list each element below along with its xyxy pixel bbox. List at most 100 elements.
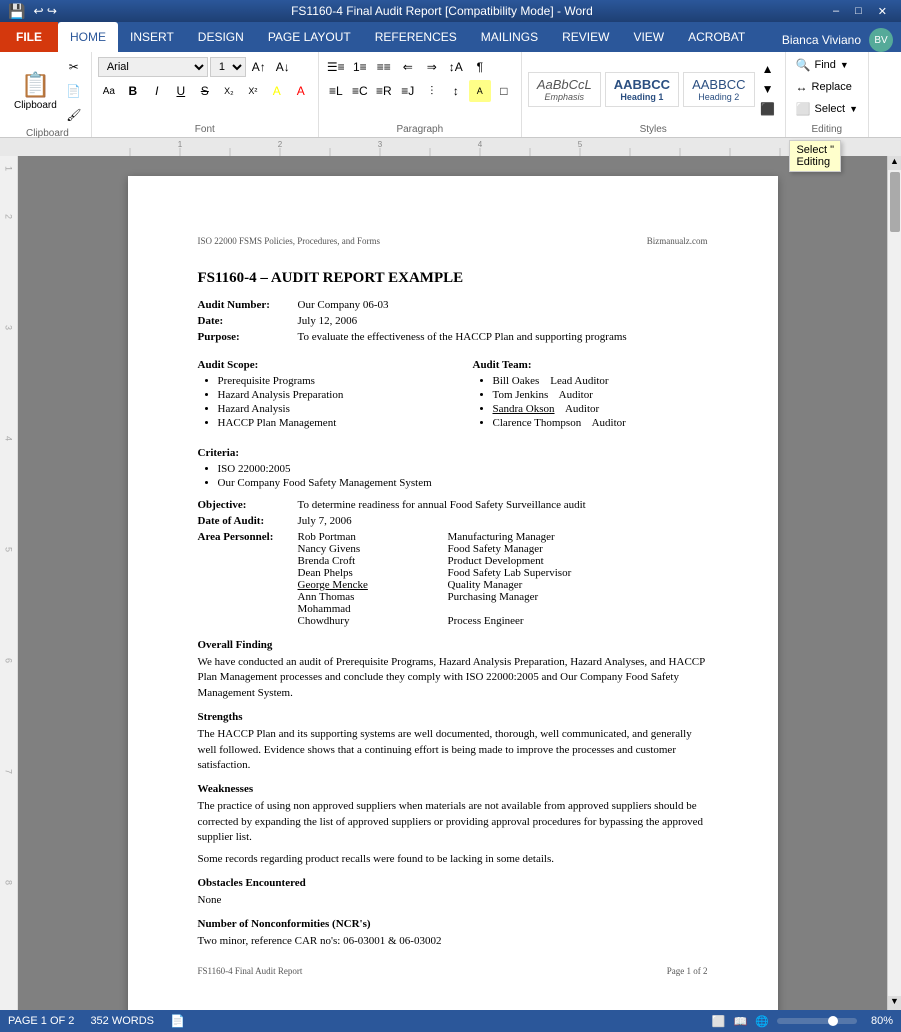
title-bar: 💾 ↩ ↪ FS1160-4 Final Audit Report [Compa… (0, 0, 901, 22)
font-group: Arial 12 A↑ A↓ Aa B I U S X₂ X² A A Font (92, 52, 319, 137)
format-painter-button[interactable]: 🖌 (63, 104, 85, 126)
multilevel-button[interactable]: ≡≡ (373, 56, 395, 78)
increase-indent-button[interactable]: ⇒ (421, 56, 443, 78)
maximize-button[interactable]: □ (849, 5, 868, 18)
paste-button[interactable]: 📋 Clipboard (10, 69, 61, 113)
underline-button[interactable]: U (170, 80, 192, 102)
ncr-section: Number of Nonconformities (NCR's) Two mi… (198, 918, 708, 949)
font-family-select[interactable]: Arial (98, 57, 208, 77)
line-spacing-button[interactable]: ↕ (445, 80, 467, 102)
close-button[interactable]: ✕ (872, 5, 893, 18)
word-count: 352 WORDS (90, 1015, 154, 1027)
audit-number-value: Our Company 06-03 (298, 299, 708, 311)
read-mode-button[interactable]: 📖 (734, 1015, 748, 1028)
justify-button[interactable]: ≡J (397, 80, 419, 102)
tab-design[interactable]: DESIGN (186, 22, 256, 52)
document-scroll-area[interactable]: ISO 22000 FSMS Policies, Procedures, and… (18, 156, 887, 1010)
area-personnel-list: Rob Portman Manufacturing Manager Nancy … (298, 531, 572, 627)
zoom-thumb[interactable] (828, 1016, 838, 1026)
minimize-button[interactable]: – (827, 5, 845, 18)
obstacles-heading: Obstacles Encountered (198, 877, 708, 889)
audit-team-list: Bill Oakes Lead Auditor Tom Jenkins Audi… (493, 375, 708, 429)
audit-number-row: Audit Number: Our Company 06-03 (198, 299, 708, 311)
highlight-button[interactable]: A (266, 80, 288, 102)
criteria-item-1: ISO 22000:2005 (218, 463, 708, 475)
document-area: 1 2 3 4 5 6 7 8 ISO 22000 FSMS Policies,… (0, 156, 901, 1010)
tab-mailings[interactable]: MAILINGS (469, 22, 550, 52)
cut-button[interactable]: ✂ (63, 56, 85, 78)
subscript-button[interactable]: X₂ (218, 80, 240, 102)
paste-icon: 📋 (20, 71, 50, 100)
italic-button[interactable]: I (146, 80, 168, 102)
tab-page-layout[interactable]: PAGE LAYOUT (256, 22, 363, 52)
date-of-audit-label: Date of Audit: (198, 515, 298, 527)
objective-row: Objective: To determine readiness for an… (198, 499, 708, 511)
font-color-button[interactable]: A (290, 80, 312, 102)
style-heading2[interactable]: AABBCC Heading 2 (683, 72, 754, 107)
strikethrough-button[interactable]: S (194, 80, 216, 102)
column-button[interactable]: ⫶ (421, 80, 443, 102)
date-of-audit-value: July 7, 2006 (298, 515, 708, 527)
style-heading1[interactable]: AABBCC Heading 1 (605, 72, 679, 107)
tab-review[interactable]: REVIEW (550, 22, 621, 52)
replace-button[interactable]: ↔ Replace (792, 78, 856, 96)
web-layout-button[interactable]: 🌐 (755, 1015, 769, 1028)
user-avatar[interactable]: BV (869, 28, 893, 52)
svg-text:5: 5 (578, 140, 583, 149)
audit-scope-list: Prerequisite Programs Hazard Analysis Pr… (218, 375, 433, 429)
svg-text:3: 3 (378, 140, 383, 149)
align-center-button[interactable]: ≡C (349, 80, 371, 102)
font-size-select[interactable]: 12 (210, 57, 246, 77)
svg-text:4: 4 (478, 140, 483, 149)
tab-references[interactable]: REFERENCES (363, 22, 469, 52)
paragraph-label: Paragraph (396, 122, 443, 135)
align-right-button[interactable]: ≡R (373, 80, 395, 102)
sort-button[interactable]: ↕A (445, 56, 467, 78)
bold-button[interactable]: B (122, 80, 144, 102)
quick-access[interactable]: ↩ ↪ (33, 4, 56, 18)
styles-group: AaBbCcL Emphasis AABBCC Heading 1 AABBCC… (522, 52, 786, 137)
tab-view[interactable]: VIEW (621, 22, 676, 52)
border-button[interactable]: □ (493, 80, 515, 102)
team-member-1: Bill Oakes Lead Auditor (493, 375, 708, 387)
select-button[interactable]: ⬜ Select ▼ (792, 100, 862, 118)
font-grow-button[interactable]: A↑ (248, 56, 270, 78)
page-number-margin: 1 2 3 4 5 6 7 8 (0, 156, 18, 1010)
shading-button[interactable]: A (469, 80, 491, 102)
styles-more[interactable]: ⬛ (757, 99, 779, 119)
tab-home[interactable]: HOME (58, 22, 118, 52)
objective-label: Objective: (198, 499, 298, 511)
tab-insert[interactable]: INSERT (118, 22, 186, 52)
copy-button[interactable]: 📄 (63, 80, 85, 102)
date-row: Date: July 12, 2006 (198, 315, 708, 327)
strengths-heading: Strengths (198, 711, 708, 723)
style-emphasis[interactable]: AaBbCcL Emphasis (528, 72, 601, 107)
scroll-thumb[interactable] (890, 172, 900, 232)
superscript-button[interactable]: X² (242, 80, 264, 102)
document-icon: 📄 (170, 1014, 185, 1028)
file-tab[interactable]: FILE (0, 22, 58, 52)
criteria-item-2: Our Company Food Safety Management Syste… (218, 477, 708, 489)
scroll-up-button[interactable]: ▲ (888, 156, 901, 170)
vertical-scrollbar[interactable]: ▲ ▼ (887, 156, 901, 1010)
find-label: Find (815, 59, 836, 71)
numbering-button[interactable]: 1≡ (349, 56, 371, 78)
show-marks-button[interactable]: ¶ (469, 56, 491, 78)
styles-scroll-up[interactable]: ▲ (757, 59, 779, 79)
font-shrink-button[interactable]: A↓ (272, 56, 294, 78)
decrease-indent-button[interactable]: ⇐ (397, 56, 419, 78)
tab-acrobat[interactable]: ACROBAT (676, 22, 757, 52)
align-left-button[interactable]: ≡L (325, 80, 347, 102)
zoom-slider[interactable] (777, 1018, 857, 1024)
clear-format-button[interactable]: Aa (98, 80, 120, 102)
audit-team-col: Audit Team: Bill Oakes Lead Auditor Tom … (473, 349, 708, 433)
scroll-down-button[interactable]: ▼ (888, 996, 901, 1010)
print-layout-button[interactable]: ⬜ (712, 1015, 726, 1028)
ruler: 1 2 3 4 5 (0, 138, 901, 156)
styles-scroll-down[interactable]: ▼ (757, 79, 779, 99)
ncr-text: Two minor, reference CAR no's: 06-03001 … (198, 934, 708, 949)
find-button[interactable]: 🔍 Find ▼ (792, 56, 853, 74)
scope-team-section: Audit Scope: Prerequisite Programs Hazar… (198, 349, 708, 433)
bullets-button[interactable]: ☰≡ (325, 56, 347, 78)
editing-group: 🔍 Find ▼ ↔ Replace ⬜ Select ▼ Editing (786, 52, 869, 137)
